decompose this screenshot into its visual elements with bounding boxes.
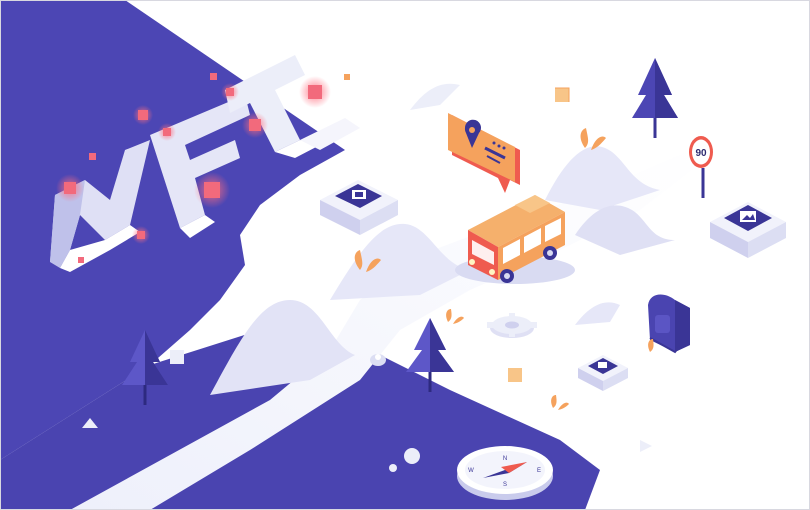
compass-icon: N S E W [457,446,553,500]
image-token-tile [710,202,786,258]
backpack [648,294,690,354]
image-icon [740,211,756,222]
film-token-tile [320,180,398,235]
svg-text:N: N [503,456,507,462]
road-marker [370,354,386,366]
film-icon [352,190,366,199]
speed-limit-icon: 90 [695,148,707,159]
svg-text:S: S [503,482,507,488]
small-token-tile [578,355,628,391]
map-pin-bubble [448,113,520,193]
nft-travel-illustration: 90 N S E W [0,0,786,510]
tree-icon [632,58,678,138]
svg-text:E: E [537,468,541,474]
gear-icon [487,313,537,338]
bus [455,195,575,284]
svg-text:W: W [468,468,474,474]
